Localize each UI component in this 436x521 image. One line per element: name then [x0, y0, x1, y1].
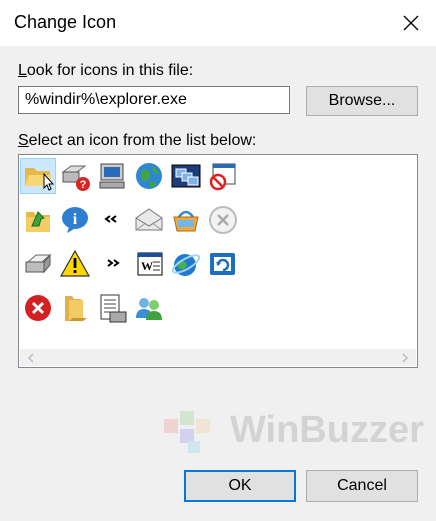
svg-text:W: W: [141, 259, 153, 273]
globe-icon: [136, 163, 162, 189]
cancel-button[interactable]: Cancel: [306, 470, 418, 502]
icon-item[interactable]: [95, 159, 129, 193]
restore-window-icon: [210, 253, 235, 275]
ok-button[interactable]: OK: [184, 470, 296, 502]
ie-globe-icon: [171, 254, 201, 276]
double-right-chevron-icon: [107, 259, 120, 267]
icon-item[interactable]: [20, 158, 56, 194]
mail-icon: [135, 208, 163, 231]
title-bar: Change Icon: [0, 0, 436, 46]
icon-item[interactable]: [132, 159, 166, 193]
icon-list[interactable]: ? i W: [18, 154, 418, 368]
shopping-basket-icon: [173, 210, 199, 232]
no-entry-window-icon: [209, 163, 236, 191]
watermark-text: WinBuzzer: [230, 409, 424, 451]
icon-item[interactable]: [95, 247, 129, 281]
close-button[interactable]: [386, 0, 436, 46]
icon-item[interactable]: [21, 291, 55, 325]
double-left-chevron-icon: [104, 215, 117, 223]
icon-item[interactable]: [169, 159, 203, 193]
svg-text:?: ?: [80, 179, 87, 191]
scroll-right-arrow[interactable]: [398, 351, 412, 365]
icon-item[interactable]: [21, 203, 55, 237]
folder-up-arrow-icon: [26, 211, 50, 232]
icon-item[interactable]: [169, 247, 203, 281]
info-icon: i: [62, 207, 88, 233]
icon-item[interactable]: [206, 159, 240, 193]
icon-item[interactable]: [132, 203, 166, 237]
close-icon: [403, 15, 419, 31]
watermark: WinBuzzer: [158, 405, 428, 461]
document-list-icon: [100, 294, 127, 323]
icon-item[interactable]: [206, 247, 240, 281]
word-document-icon: W: [137, 252, 163, 276]
browse-button[interactable]: Browse...: [306, 86, 418, 116]
winbuzzer-logo-icon: [164, 411, 210, 453]
icon-item[interactable]: [132, 291, 166, 325]
icon-item[interactable]: i: [58, 203, 92, 237]
folder-open-icon: [25, 168, 54, 191]
users-icon: [136, 298, 162, 320]
icon-item[interactable]: [58, 291, 92, 325]
windows-cascade-icon: [171, 164, 201, 188]
svg-text:i: i: [73, 211, 78, 228]
icon-item[interactable]: [95, 203, 129, 237]
folder-closed-icon: [65, 296, 87, 321]
icon-item[interactable]: W: [132, 247, 166, 281]
computer-icon: [99, 163, 125, 189]
window-title: Change Icon: [14, 12, 117, 32]
icon-file-path-input[interactable]: [18, 86, 290, 114]
file-label: Look for icons in this file:: [18, 62, 194, 79]
icon-item[interactable]: [95, 291, 129, 325]
error-x-icon: [25, 295, 51, 321]
printer-help-icon: ?: [61, 165, 90, 191]
icon-item[interactable]: [206, 203, 240, 237]
icon-item[interactable]: [169, 203, 203, 237]
printer-icon: [25, 253, 52, 274]
warning-icon: [59, 249, 91, 277]
icon-item[interactable]: ?: [58, 159, 92, 193]
chevron-right-icon: [402, 353, 409, 363]
scroll-left-arrow[interactable]: [24, 351, 38, 365]
close-circle-icon: [209, 206, 237, 234]
chevron-left-icon: [27, 353, 34, 363]
icon-item[interactable]: [21, 247, 55, 281]
icon-item[interactable]: [58, 247, 92, 281]
horizontal-scrollbar[interactable]: [20, 349, 416, 366]
icon-list-label: Select an icon from the list below:: [18, 132, 257, 149]
